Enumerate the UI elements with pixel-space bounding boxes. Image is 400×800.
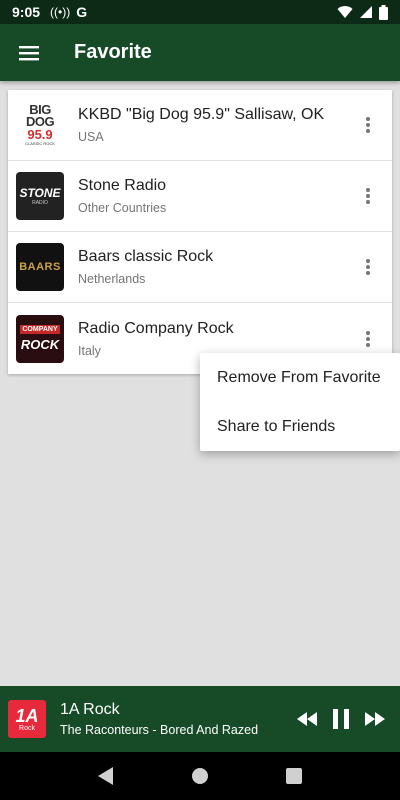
carrier-glyph: G xyxy=(76,4,88,20)
player-logo-small: Rock xyxy=(19,724,35,732)
station-name: KKBD "Big Dog 95.9" Sallisaw, OK xyxy=(78,106,325,123)
station-name: Stone Radio xyxy=(78,177,167,194)
more-options-button[interactable] xyxy=(350,247,386,287)
logo-text: COMPANY xyxy=(20,325,60,334)
logo-text: RADIO xyxy=(32,200,48,206)
fast-forward-icon xyxy=(365,712,385,726)
station-country: Other Countries xyxy=(78,201,167,215)
station-name: Radio Company Rock xyxy=(78,319,234,337)
status-time: 9:05 xyxy=(12,4,41,20)
more-options-button[interactable] xyxy=(350,176,386,216)
hamburger-icon xyxy=(19,45,39,60)
station-logo-baars: BAARS xyxy=(16,243,64,291)
station-logo-radio-company: COMPANY ROCK xyxy=(16,314,64,363)
more-vert-icon xyxy=(366,117,370,133)
player-logo-big: 1A xyxy=(15,705,39,726)
back-icon[interactable] xyxy=(98,767,114,785)
station-logo-stone-radio: STONE RADIO xyxy=(16,172,64,220)
menu-button[interactable] xyxy=(0,24,58,81)
station-row[interactable]: BAARS Baars classic Rock Netherlands xyxy=(8,232,392,303)
share-to-friends-item[interactable]: Share to Friends xyxy=(200,402,400,451)
station-row[interactable]: STONE RADIO Stone Radio Other Countries xyxy=(8,161,392,232)
station-row[interactable]: BIG DOG 95.9 CLASSIC ROCK KKBD "Big Dog … xyxy=(8,90,392,161)
recents-icon[interactable] xyxy=(285,768,302,784)
station-logo-big-dog: BIG DOG 95.9 CLASSIC ROCK xyxy=(16,101,64,149)
logo-text: STONE xyxy=(19,186,61,200)
logo-text: ROCK xyxy=(20,337,60,352)
remove-from-favorite-item[interactable]: Remove From Favorite xyxy=(200,353,400,402)
battery-icon xyxy=(379,4,388,20)
station-country: Netherlands xyxy=(78,272,146,286)
wifi-icon xyxy=(337,6,353,19)
logo-text: 95.9 xyxy=(27,127,53,142)
more-options-button[interactable] xyxy=(350,105,386,145)
system-nav-bar xyxy=(0,752,400,800)
app-bar: Favorite xyxy=(0,24,400,81)
home-icon[interactable] xyxy=(191,767,209,785)
player-subtitle: The Raconteurs - Bored And Razed xyxy=(60,723,259,737)
context-menu: Remove From Favorite Share to Friends xyxy=(200,353,400,451)
player-title: 1A Rock xyxy=(60,701,120,718)
fast-forward-button[interactable] xyxy=(358,702,392,736)
favorites-list: BIG DOG 95.9 CLASSIC ROCK KKBD "Big Dog … xyxy=(8,90,392,374)
more-vert-icon xyxy=(366,188,370,204)
station-name: Baars classic Rock xyxy=(78,248,214,265)
page-title: Favorite xyxy=(74,41,152,63)
pause-icon xyxy=(333,709,349,729)
pause-button[interactable] xyxy=(324,702,358,736)
status-bar: 9:05 ((•)) G xyxy=(0,0,400,24)
station-country: USA xyxy=(78,130,104,144)
more-vert-icon xyxy=(366,259,370,275)
player-station-logo: 1A Rock xyxy=(8,700,46,738)
rewind-button[interactable] xyxy=(290,702,324,736)
rewind-icon xyxy=(297,712,317,726)
radio-signal-icon: ((•)) xyxy=(50,5,71,19)
logo-text: CLASSIC ROCK xyxy=(25,141,55,146)
cellular-icon xyxy=(360,6,372,18)
logo-text: BAARS xyxy=(19,261,61,273)
more-vert-icon xyxy=(366,330,370,347)
mini-player[interactable]: 1A Rock 1A Rock The Raconteurs - Bored A… xyxy=(0,686,400,752)
